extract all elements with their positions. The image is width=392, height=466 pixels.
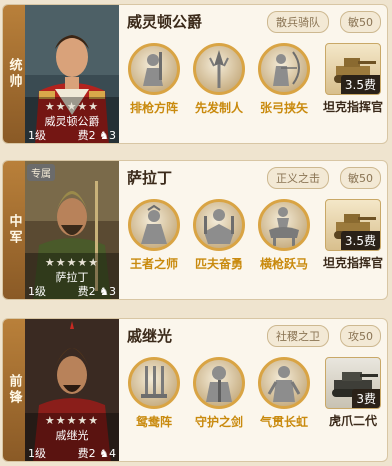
knight-icon (258, 357, 310, 409)
cost-info: 费2 ♞3 (78, 283, 116, 299)
level-label: 1级 (28, 285, 46, 298)
skill-slot[interactable]: 横枪跃马 (253, 199, 315, 272)
tank-icon: 3费 (325, 357, 381, 409)
horse-count: 4 (109, 447, 116, 460)
tank-icon: 3.5费 (325, 199, 381, 251)
exclusive-tag: 专属 (27, 164, 55, 181)
horse-icon: ♞ (99, 447, 109, 460)
stat-badge: 攻50 (340, 325, 381, 347)
star-rating: ★★★★★ (44, 414, 100, 427)
tactic-slot[interactable]: 3.5费 坦克指挥官 (321, 199, 385, 271)
cost-info: 费2 ♞4 (78, 445, 116, 461)
cost-label: 费2 (77, 447, 96, 460)
level-label: 1级 (28, 129, 46, 142)
horse-count: 3 (109, 285, 116, 298)
tactic-slot[interactable]: 3.5费 坦克指挥官 (321, 43, 385, 115)
rifle-soldier-icon (128, 43, 180, 95)
army-badge: 散兵骑队 (267, 11, 329, 33)
horse-icon: ♞ (99, 285, 109, 298)
general-name: 戚继光 (127, 327, 173, 345)
skill-label: 张弓挟矢 (259, 101, 308, 115)
general-portrait[interactable]: ★★★★★ 威灵顿公爵 1级 费2 ♞3 (25, 5, 119, 143)
skill-slot[interactable]: 鸳鸯阵 (123, 357, 185, 430)
skill-label: 鸳鸯阵 (135, 415, 172, 429)
general-portrait[interactable]: 专属 ★★★★★ 萨拉丁 1级 费2 ♞3 (25, 161, 119, 299)
stat-badge: 敏50 (340, 167, 381, 189)
tactic-fee: 3.5费 (340, 75, 380, 94)
skill-label: 匹夫奋勇 (194, 257, 243, 271)
general-card[interactable]: 中军 专属 ★★★★★ 萨拉丁 1级 费2 ♞3 萨拉丁 正义之击 敏50 王者… (2, 160, 388, 300)
skill-label: 守护之剑 (194, 415, 243, 429)
position-label: 中军 (3, 161, 25, 299)
general-card[interactable]: 统帅 ★★★★★ 威灵顿公爵 1级 费2 ♞3 威灵顿公爵 散兵骑队 敏50 排… (2, 4, 388, 144)
skill-label: 王者之师 (129, 257, 178, 271)
general-card[interactable]: 前锋 ★★★★★ 戚继光 1级 费2 ♞4 戚继光 社稷之卫 攻50 鸳鸯阵 守… (2, 318, 388, 462)
skill-slot[interactable]: 排枪方阵 (123, 43, 185, 116)
warrior-icon (193, 199, 245, 251)
cost-info: 费2 ♞3 (78, 127, 116, 143)
general-name: 威灵顿公爵 (127, 13, 203, 31)
position-label: 前锋 (3, 319, 25, 461)
cost-label: 费2 (77, 285, 96, 298)
skill-slot[interactable]: 先发制人 (188, 43, 250, 116)
star-rating: ★★★★★ (44, 100, 100, 113)
skill-slot[interactable]: 匹夫奋勇 (188, 199, 250, 272)
star-rating: ★★★★★ (44, 256, 100, 269)
tank-icon: 3.5费 (325, 43, 381, 95)
horse-count: 3 (109, 129, 116, 142)
archer-icon (258, 43, 310, 95)
skill-slot[interactable]: 气贯长虹 (253, 357, 315, 430)
swords-icon (128, 357, 180, 409)
skill-label: 气贯长虹 (259, 415, 308, 429)
spear-tip-icon (193, 43, 245, 95)
skill-label: 横枪跃马 (259, 257, 308, 271)
army-badge: 正义之击 (267, 167, 329, 189)
king-teacher-icon (128, 199, 180, 251)
tactic-label: 坦克指挥官 (322, 256, 383, 270)
tactic-slot[interactable]: 3费 虎爪二代 (321, 357, 385, 429)
skill-slot[interactable]: 张弓挟矢 (253, 43, 315, 116)
skill-slot[interactable]: 王者之师 (123, 199, 185, 272)
stat-badge: 敏50 (340, 11, 381, 33)
position-label: 统帅 (3, 5, 25, 143)
skill-slot[interactable]: 守护之剑 (188, 357, 250, 430)
general-name: 萨拉丁 (127, 169, 173, 187)
horse-icon: ♞ (99, 129, 109, 142)
portrait-general-name: 戚继光 (55, 429, 89, 442)
tactic-fee: 3.5费 (340, 231, 380, 250)
army-badge: 社稷之卫 (267, 325, 329, 347)
level-label: 1级 (28, 447, 46, 460)
skill-label: 排枪方阵 (129, 101, 178, 115)
tactic-label: 虎爪二代 (328, 414, 377, 428)
skill-label: 先发制人 (194, 101, 243, 115)
horse-rider-icon (258, 199, 310, 251)
cost-label: 费2 (77, 129, 96, 142)
sword-guard-icon (193, 357, 245, 409)
tactic-fee: 3费 (352, 389, 380, 408)
tactic-label: 坦克指挥官 (322, 100, 383, 114)
general-portrait[interactable]: ★★★★★ 戚继光 1级 费2 ♞4 (25, 319, 119, 461)
